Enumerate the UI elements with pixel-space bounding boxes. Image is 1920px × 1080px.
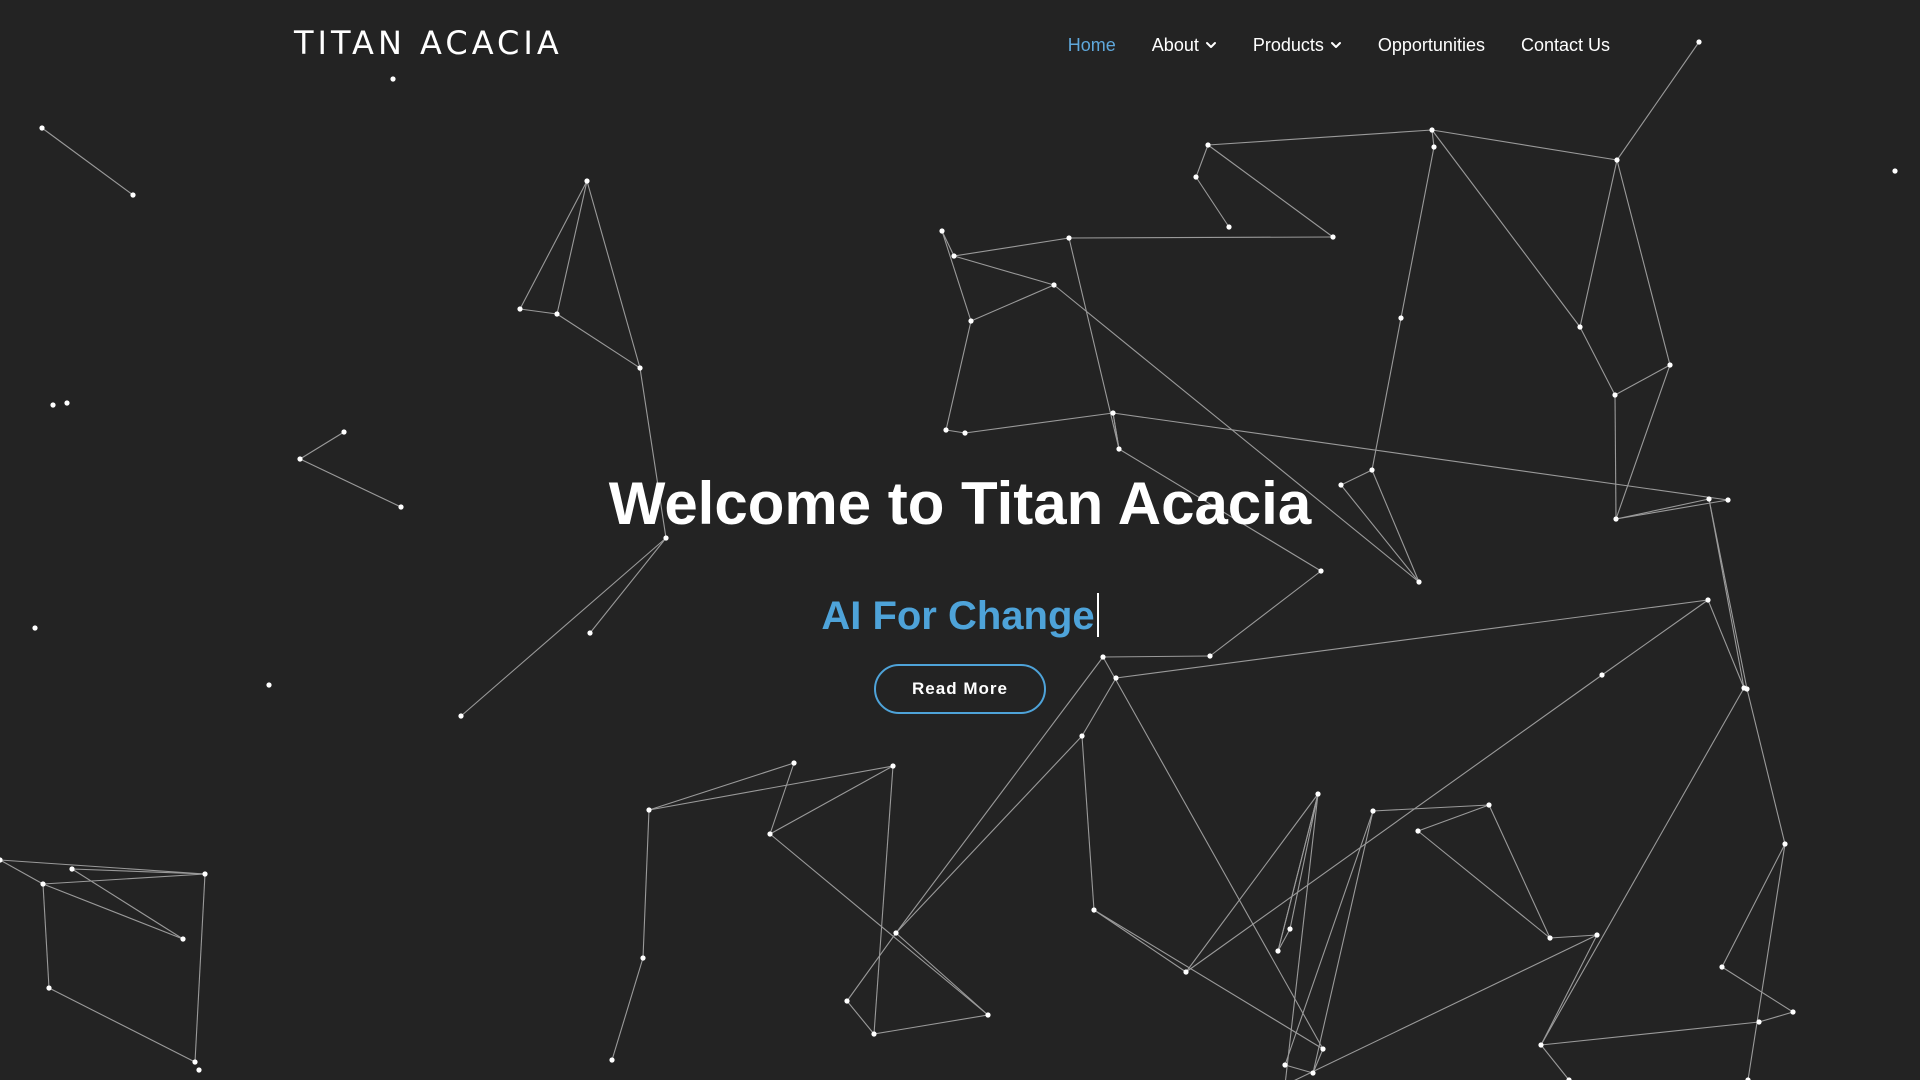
hero-section: Welcome to Titan Acacia AI For Change Re… — [0, 0, 1920, 1080]
typed-text: AI For Change — [821, 594, 1095, 638]
typing-caret — [1096, 593, 1099, 638]
hero-typed-subtitle: AI For Change — [0, 590, 1920, 642]
page: TITAN ACACIA Home About Products Opportu… — [0, 0, 1920, 1080]
read-more-button[interactable]: Read More — [874, 664, 1046, 714]
hero-title: Welcome to Titan Acacia — [608, 470, 1312, 537]
